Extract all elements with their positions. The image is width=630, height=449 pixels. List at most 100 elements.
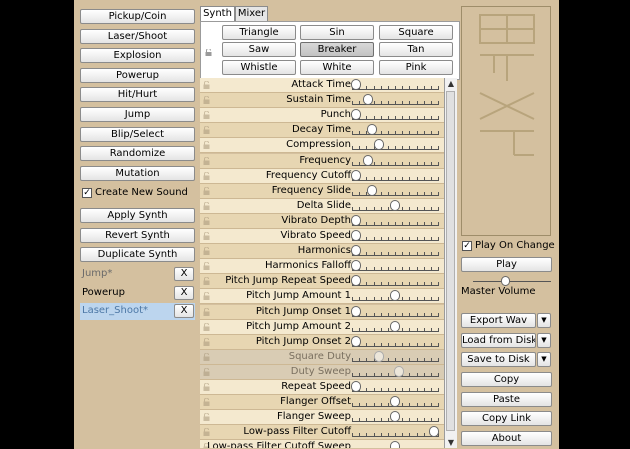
list-item[interactable]: Powerup X xyxy=(80,285,195,302)
copy-button[interactable]: Copy xyxy=(461,372,552,387)
param-slider-thumb[interactable] xyxy=(390,441,400,448)
explosion-button[interactable]: Explosion xyxy=(80,48,195,63)
lock-icon[interactable] xyxy=(203,383,210,391)
parameter-scrollbar[interactable]: ▲ ▼ xyxy=(444,78,457,448)
mutation-button[interactable]: Mutation xyxy=(80,166,195,181)
param-slider-thumb[interactable] xyxy=(394,366,404,377)
lock-icon[interactable] xyxy=(205,49,212,56)
apply-synth-button[interactable]: Apply Synth xyxy=(80,208,195,223)
lock-icon[interactable] xyxy=(203,308,210,316)
lock-icon[interactable] xyxy=(203,172,210,180)
remove-sound-button[interactable]: X xyxy=(174,286,194,300)
copy-link-button[interactable]: Copy Link xyxy=(461,411,552,426)
param-slider-thumb[interactable] xyxy=(351,306,361,317)
param-slider-thumb[interactable] xyxy=(351,170,361,181)
waveform-pink-button[interactable]: Pink xyxy=(379,60,453,75)
list-item[interactable]: Laser_Shoot* X xyxy=(80,303,195,320)
play-button[interactable]: Play xyxy=(461,257,552,272)
param-slider-thumb[interactable] xyxy=(351,381,361,392)
lock-icon[interactable] xyxy=(203,247,210,255)
lock-icon[interactable] xyxy=(203,398,210,406)
lock-icon[interactable] xyxy=(203,187,210,195)
slider-tick xyxy=(409,86,410,90)
remove-sound-button[interactable]: X xyxy=(174,304,194,318)
param-slider-thumb[interactable] xyxy=(390,200,400,211)
scrollbar-thumb[interactable] xyxy=(446,91,455,431)
param-slider-thumb[interactable] xyxy=(351,79,361,90)
load-from-disk-button[interactable]: Load from Disk xyxy=(461,333,536,348)
lock-icon[interactable] xyxy=(203,338,210,346)
export-wav-button[interactable]: Export Wav xyxy=(461,313,536,328)
waveform-breaker-button[interactable]: Breaker xyxy=(300,42,374,57)
param-slider-thumb[interactable] xyxy=(367,185,377,196)
param-slider-thumb[interactable] xyxy=(390,411,400,422)
load-from-disk-dropdown-icon[interactable]: ▼ xyxy=(537,333,551,348)
master-volume-thumb[interactable] xyxy=(501,276,510,286)
lock-icon[interactable] xyxy=(203,111,210,119)
paste-button[interactable]: Paste xyxy=(461,392,552,407)
save-to-disk-dropdown-icon[interactable]: ▼ xyxy=(537,352,551,367)
param-slider-thumb[interactable] xyxy=(351,230,361,241)
param-slider-thumb[interactable] xyxy=(374,351,384,362)
param-slider-thumb[interactable] xyxy=(390,321,400,332)
waveform-triangle-button[interactable]: Triangle xyxy=(222,25,296,40)
remove-sound-button[interactable]: X xyxy=(174,267,194,281)
randomize-button[interactable]: Randomize xyxy=(80,146,195,161)
param-row: Sustain Time xyxy=(200,93,444,108)
tab-synth[interactable]: Synth xyxy=(200,6,235,21)
lock-icon[interactable] xyxy=(203,292,210,300)
master-volume-slider[interactable] xyxy=(473,281,551,282)
scroll-up-arrow-icon[interactable]: ▲ xyxy=(445,78,457,89)
param-slider-thumb[interactable] xyxy=(351,260,361,271)
laser-shoot-button[interactable]: Laser/Shoot xyxy=(80,29,195,44)
blip-select-button[interactable]: Blip/Select xyxy=(80,127,195,142)
lock-icon[interactable] xyxy=(203,368,210,376)
list-item[interactable]: Jump* X xyxy=(80,266,195,283)
lock-icon[interactable] xyxy=(203,217,210,225)
tab-mixer[interactable]: Mixer xyxy=(235,6,268,21)
waveform-tan-button[interactable]: Tan xyxy=(379,42,453,57)
waveform-white-button[interactable]: White xyxy=(300,60,374,75)
scroll-down-arrow-icon[interactable]: ▼ xyxy=(445,437,457,448)
waveform-square-button[interactable]: Square xyxy=(379,25,453,40)
lock-icon[interactable] xyxy=(203,323,210,331)
create-new-sound-checkbox[interactable]: ✓ xyxy=(82,188,92,198)
param-slider-thumb[interactable] xyxy=(429,426,439,437)
save-to-disk-button[interactable]: Save to Disk xyxy=(461,352,536,367)
param-slider-thumb[interactable] xyxy=(390,396,400,407)
lock-icon[interactable] xyxy=(203,81,210,89)
param-slider-thumb[interactable] xyxy=(351,245,361,256)
lock-icon[interactable] xyxy=(203,428,210,436)
lock-icon[interactable] xyxy=(203,262,210,270)
play-on-change-checkbox[interactable]: ✓ xyxy=(462,241,472,251)
hit-hurt-button[interactable]: Hit/Hurt xyxy=(80,87,195,102)
lock-icon[interactable] xyxy=(203,277,210,285)
duplicate-synth-button[interactable]: Duplicate Synth xyxy=(80,247,195,262)
export-wav-dropdown-icon[interactable]: ▼ xyxy=(537,313,551,328)
revert-synth-button[interactable]: Revert Synth xyxy=(80,228,195,243)
lock-icon[interactable] xyxy=(203,413,210,421)
lock-icon[interactable] xyxy=(203,141,210,149)
waveform-whistle-button[interactable]: Whistle xyxy=(222,60,296,75)
param-slider-thumb[interactable] xyxy=(351,336,361,347)
param-slider-thumb[interactable] xyxy=(367,124,377,135)
lock-icon[interactable] xyxy=(203,96,210,104)
powerup-button[interactable]: Powerup xyxy=(80,68,195,83)
param-slider-thumb[interactable] xyxy=(363,94,373,105)
lock-icon[interactable] xyxy=(203,157,210,165)
param-slider-thumb[interactable] xyxy=(374,139,384,150)
lock-icon[interactable] xyxy=(203,202,210,210)
waveform-saw-button[interactable]: Saw xyxy=(222,42,296,57)
lock-icon[interactable] xyxy=(203,353,210,361)
pickup-coin-button[interactable]: Pickup/Coin xyxy=(80,9,195,24)
param-slider-thumb[interactable] xyxy=(390,290,400,301)
lock-icon[interactable] xyxy=(203,126,210,134)
param-slider-thumb[interactable] xyxy=(363,155,373,166)
jump-button[interactable]: Jump xyxy=(80,107,195,122)
waveform-sin-button[interactable]: Sin xyxy=(300,25,374,40)
param-slider-thumb[interactable] xyxy=(351,109,361,120)
about-button[interactable]: About xyxy=(461,431,552,446)
param-slider-thumb[interactable] xyxy=(351,215,361,226)
lock-icon[interactable] xyxy=(203,232,210,240)
param-slider-thumb[interactable] xyxy=(351,275,361,286)
